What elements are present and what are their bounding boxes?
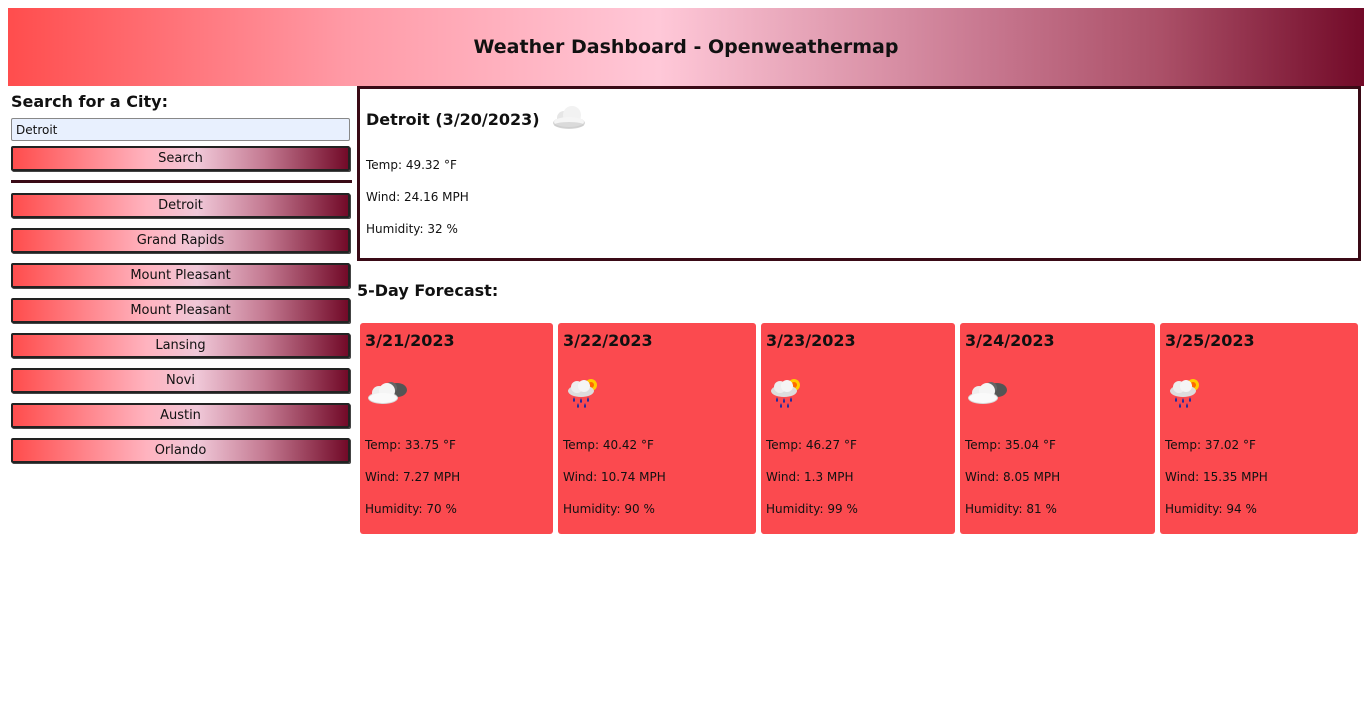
history-city-button[interactable]: Mount Pleasant xyxy=(11,298,350,323)
history-city-button[interactable]: Novi xyxy=(11,368,350,393)
search-button[interactable]: Search xyxy=(11,146,350,171)
forecast-wind: Wind: 7.27 MPH xyxy=(365,470,461,484)
forecast-wind: Wind: 1.3 MPH xyxy=(766,470,854,484)
forecast-date: 3/22/2023 xyxy=(563,331,653,350)
forecast-humidity: Humidity: 94 % xyxy=(1165,502,1257,516)
forecast-date: 3/25/2023 xyxy=(1165,331,1255,350)
app-header: Weather Dashboard - Openweathermap xyxy=(8,8,1364,86)
forecast-date: 3/23/2023 xyxy=(766,331,856,350)
forecast-card: 3/25/2023 Temp: 37.02 °F Wind: 15.35 MPH xyxy=(1160,323,1358,534)
rain-sun-icon xyxy=(563,375,603,413)
forecast-card: 3/23/2023 Temp: 46.27 °F Wind: 1.3 MPH H… xyxy=(761,323,955,534)
history-city-button[interactable]: Austin xyxy=(11,403,350,428)
forecast-humidity: Humidity: 81 % xyxy=(965,502,1057,516)
rain-sun-icon xyxy=(766,375,806,413)
forecast-card: 3/24/2023 Temp: 35.04 °F Wind: 8.05 MPH … xyxy=(960,323,1155,534)
current-city-date: Detroit (3/20/2023) xyxy=(366,109,540,129)
forecast-temp: Temp: 37.02 °F xyxy=(1165,438,1256,452)
page-title: Weather Dashboard - Openweathermap xyxy=(473,36,899,58)
forecast-card: 3/22/2023 Temp: 40.42 °F Wind: 10.74 MPH xyxy=(558,323,756,534)
history-city-button[interactable]: Mount Pleasant xyxy=(11,263,350,288)
history-city-button[interactable]: Lansing xyxy=(11,333,350,358)
current-temp: Temp: 49.32 °F xyxy=(366,158,457,172)
forecast-temp: Temp: 46.27 °F xyxy=(766,438,857,452)
forecast-date: 3/21/2023 xyxy=(365,331,455,350)
search-history-list: Detroit Grand Rapids Mount Pleasant Moun… xyxy=(11,193,351,463)
forecast-wind: Wind: 15.35 MPH xyxy=(1165,470,1268,484)
sidebar: Search for a City: Search Detroit Grand … xyxy=(11,92,352,473)
forecast-card: 3/21/2023 Temp: 33.75 °F Wind: 7.27 MPH … xyxy=(360,323,553,534)
city-search-input[interactable] xyxy=(11,118,350,141)
history-city-button[interactable]: Detroit xyxy=(11,193,350,218)
divider xyxy=(11,180,352,183)
partly-cloudy-icon xyxy=(365,376,411,412)
cloud-icon xyxy=(550,103,588,135)
forecast-date: 3/24/2023 xyxy=(965,331,1055,350)
current-wind: Wind: 24.16 MPH xyxy=(366,190,469,204)
forecast-heading: 5-Day Forecast: xyxy=(357,281,499,300)
history-city-button[interactable]: Grand Rapids xyxy=(11,228,350,253)
forecast-humidity: Humidity: 99 % xyxy=(766,502,858,516)
rain-sun-icon xyxy=(1165,375,1205,413)
forecast-humidity: Humidity: 70 % xyxy=(365,502,457,516)
history-city-button[interactable]: Orlando xyxy=(11,438,350,463)
partly-cloudy-icon xyxy=(965,376,1011,412)
forecast-wind: Wind: 10.74 MPH xyxy=(563,470,666,484)
current-humidity: Humidity: 32 % xyxy=(366,222,458,236)
forecast-humidity: Humidity: 90 % xyxy=(563,502,655,516)
forecast-temp: Temp: 33.75 °F xyxy=(365,438,456,452)
forecast-temp: Temp: 35.04 °F xyxy=(965,438,1056,452)
forecast-wind: Wind: 8.05 MPH xyxy=(965,470,1061,484)
current-weather-panel: Detroit (3/20/2023) Temp: 49.32 °F Wind:… xyxy=(357,86,1361,261)
search-label: Search for a City: xyxy=(11,92,168,111)
forecast-temp: Temp: 40.42 °F xyxy=(563,438,654,452)
